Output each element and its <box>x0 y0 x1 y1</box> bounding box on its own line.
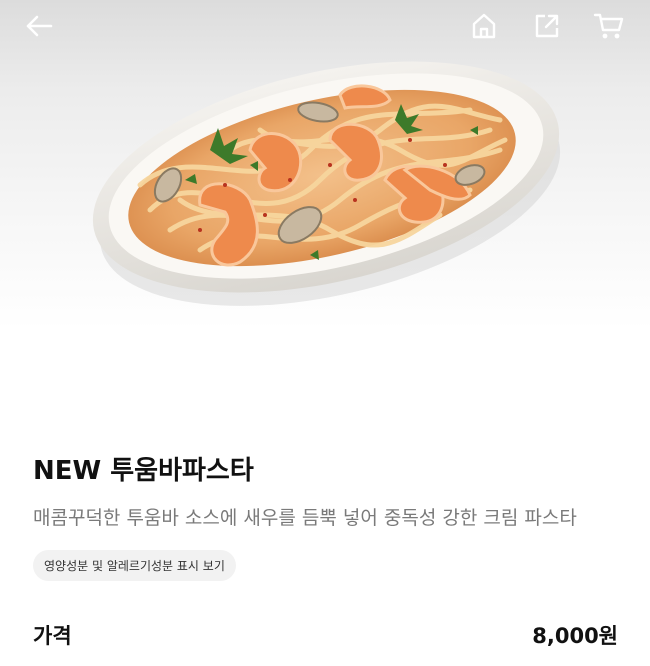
cart-button[interactable] <box>587 4 631 48</box>
price-value: 8,000원 <box>532 624 618 648</box>
product-image <box>0 0 650 420</box>
share-icon <box>535 14 559 38</box>
back-button[interactable] <box>17 4 61 48</box>
pasta-plate-illustration <box>92 61 561 306</box>
home-icon <box>472 13 496 39</box>
product-title: NEW 투움바파스타 <box>33 456 254 486</box>
price-label: 가격 <box>33 624 72 648</box>
home-button[interactable] <box>462 4 506 48</box>
nutrition-allergen-button[interactable]: 영양성분 및 알레르기성분 표시 보기 <box>33 550 236 581</box>
share-button[interactable] <box>525 4 569 48</box>
cart-icon <box>593 13 624 39</box>
product-description: 매콤꾸덕한 투움바 소스에 새우를 듬뿍 넣어 중독성 강한 크림 파스타 <box>33 507 577 529</box>
back-arrow-icon <box>26 15 53 37</box>
product-detail-screen: NEW 투움바파스타 매콤꾸덕한 투움바 소스에 새우를 듬뿍 넣어 중독성 강… <box>0 0 650 666</box>
